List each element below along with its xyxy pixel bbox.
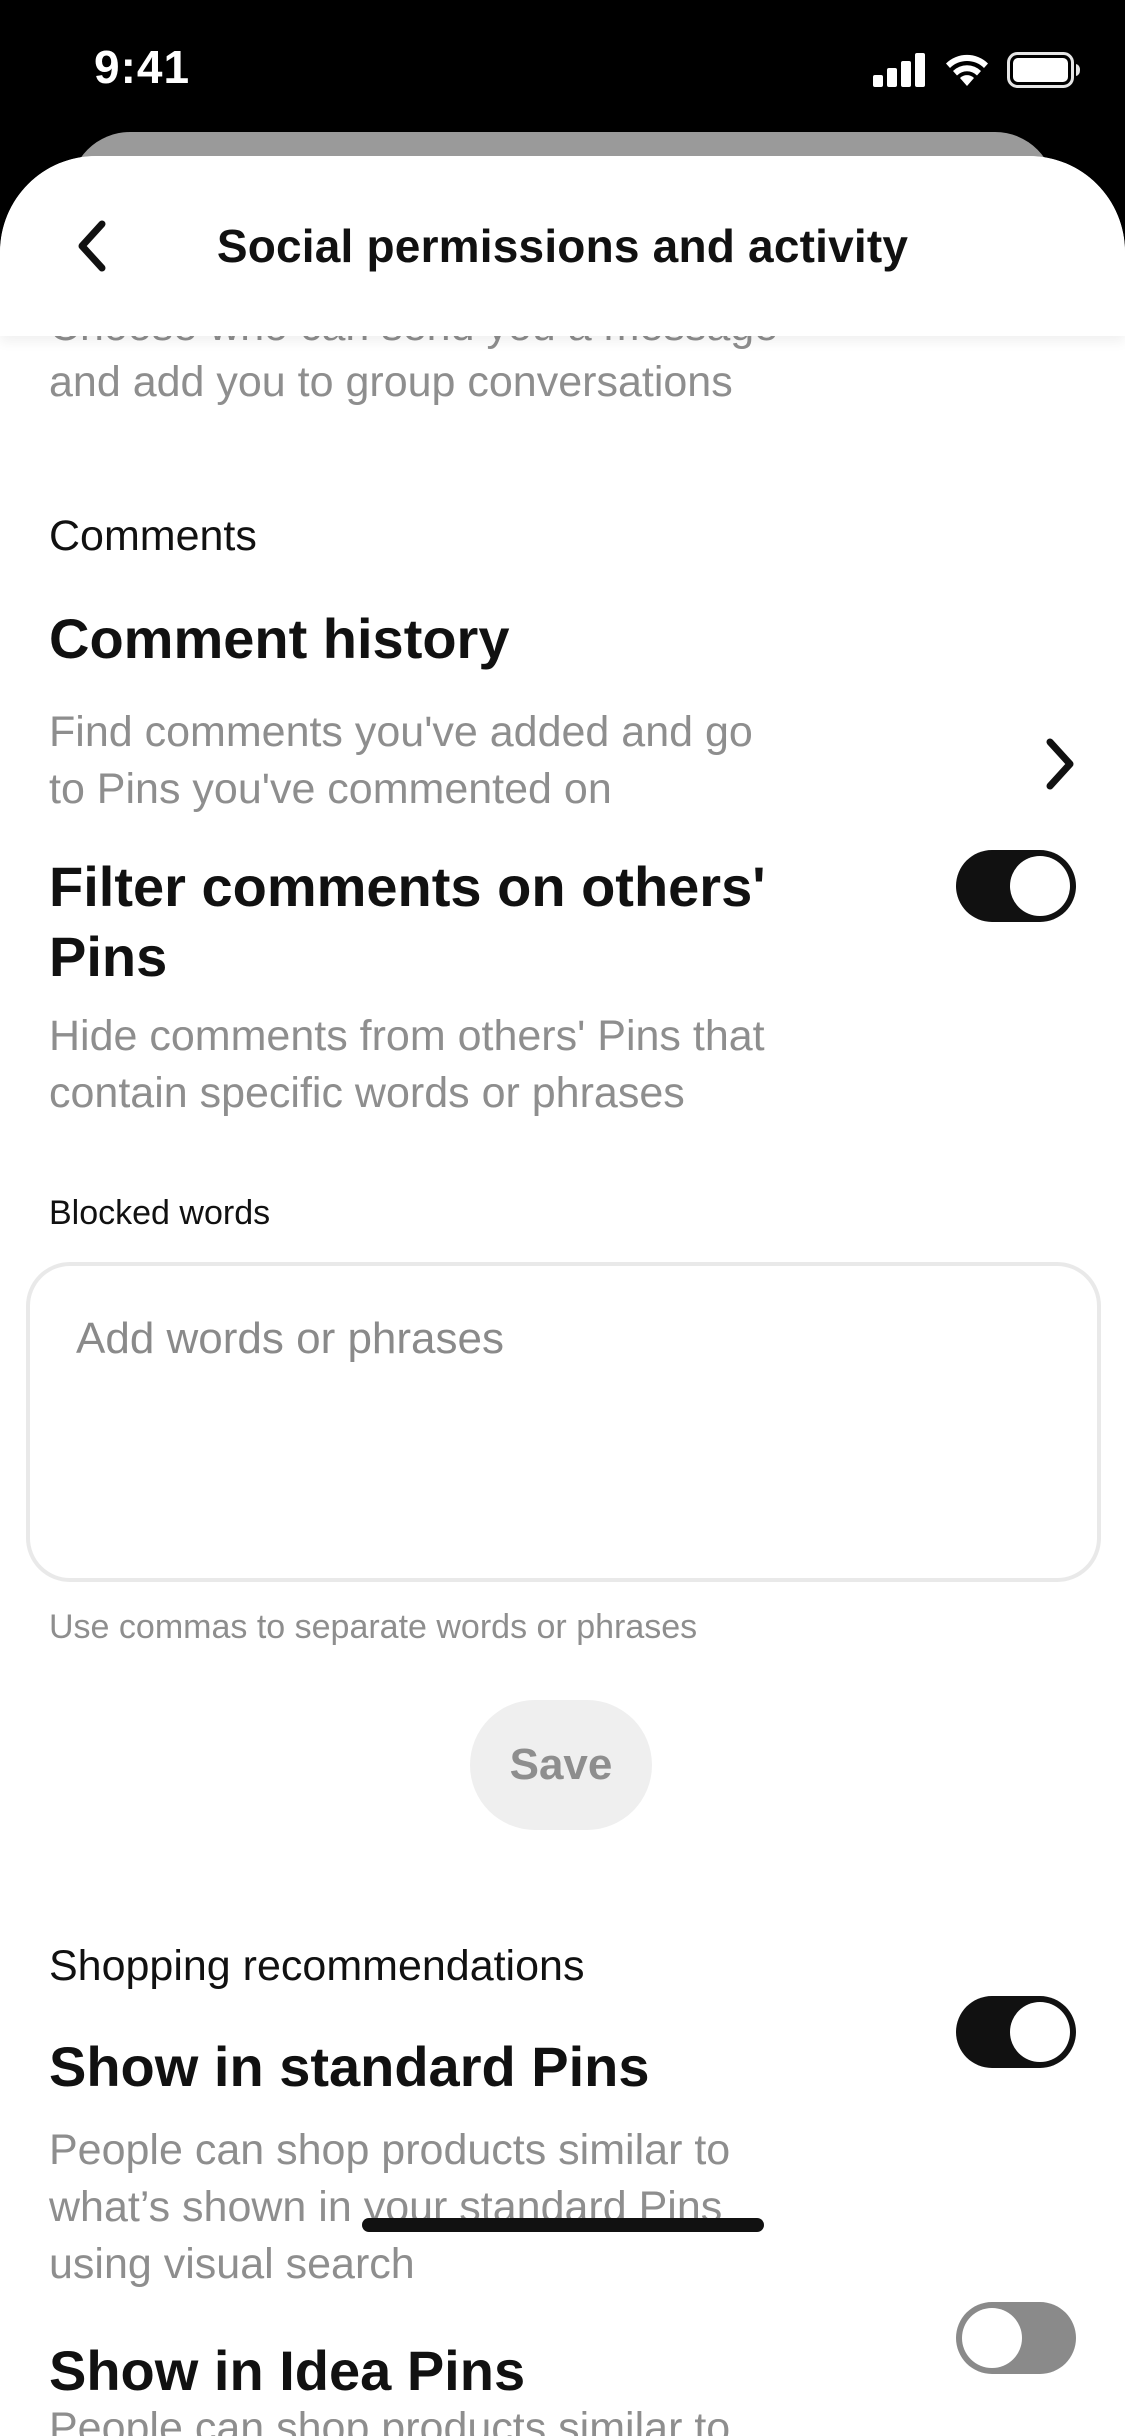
settings-content: Choose who can send you a message and ad… (0, 156, 1125, 2436)
blocked-words-input[interactable] (26, 1262, 1101, 1582)
blocked-words-label: Blocked words (49, 1194, 271, 1232)
settings-sheet: Choose who can send you a message and ad… (0, 156, 1125, 2436)
back-button[interactable] (52, 206, 132, 286)
filter-comments-title-2: Pins (49, 925, 168, 988)
chevron-left-icon (78, 220, 106, 272)
comment-history-description-1: Find comments you've added and go (49, 708, 753, 756)
battery-icon (1007, 52, 1080, 88)
show-in-idea-pins-toggle[interactable] (956, 2302, 1076, 2374)
toggle-knob (1010, 2002, 1070, 2062)
shopping-section-label: Shopping recommendations (49, 1942, 585, 1990)
idea-pins-description-1: People can shop products similar to (49, 2404, 731, 2436)
filter-comments-description-2: contain specific words or phrases (49, 1069, 685, 1117)
toggle-knob (1010, 856, 1070, 916)
home-indicator (362, 2218, 764, 2232)
status-bar: 9:41 (0, 0, 1125, 135)
show-in-idea-pins-title: Show in Idea Pins (49, 2339, 526, 2402)
screen: 9:41 Choose who can send yo (0, 0, 1125, 2436)
filter-comments-description-1: Hide comments from others' Pins that (49, 1012, 765, 1060)
comment-history-title: Comment history (49, 607, 510, 670)
status-icons (873, 50, 1081, 90)
comment-history-description-2: to Pins you've commented on (49, 765, 612, 813)
filter-comments-toggle[interactable] (956, 850, 1076, 922)
page-title: Social permissions and activity (216, 220, 909, 272)
sheet-header: Social permissions and activity (0, 156, 1125, 336)
standard-pins-description-3: using visual search (49, 2240, 415, 2288)
cellular-signal-icon (873, 53, 925, 87)
messages-description: and add you to group conversations (49, 358, 733, 406)
show-in-standard-pins-title: Show in standard Pins (49, 2035, 650, 2098)
blocked-words-helper-text: Use commas to separate words or phrases (49, 1608, 698, 1646)
filter-comments-title-1: Filter comments on others' (49, 855, 766, 918)
wifi-icon (946, 54, 988, 86)
comments-section-label: Comments (49, 512, 257, 560)
chevron-right-icon (1046, 738, 1074, 790)
show-in-standard-pins-toggle[interactable] (956, 1996, 1076, 2068)
toggle-knob (962, 2308, 1022, 2368)
save-button[interactable]: Save (470, 1700, 652, 1830)
standard-pins-description-1: People can shop products similar to (49, 2126, 731, 2174)
status-time: 9:41 (94, 41, 191, 93)
